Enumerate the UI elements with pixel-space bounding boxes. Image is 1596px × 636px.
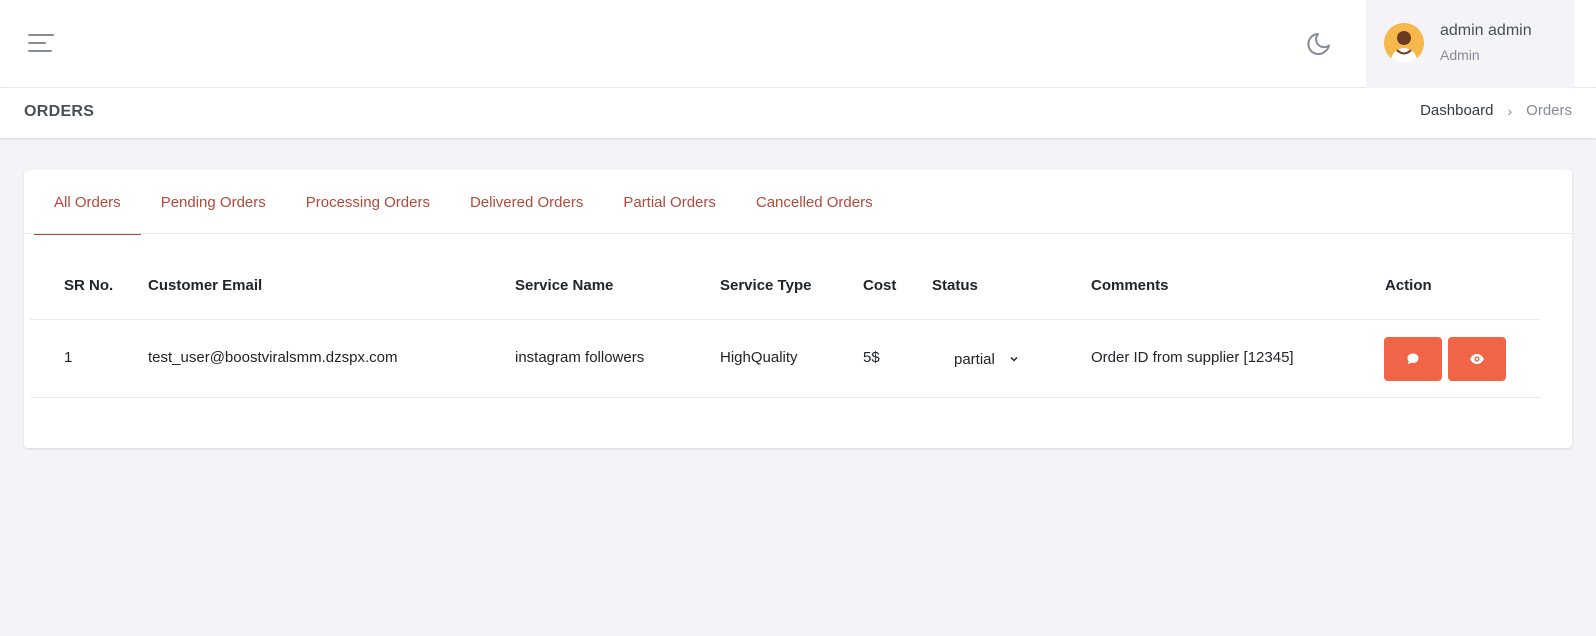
user-dropdown[interactable]: admin admin Admin <box>1366 0 1574 88</box>
breadcrumb-dashboard[interactable]: Dashboard <box>1420 102 1493 119</box>
status-select[interactable]: partial <box>944 342 1044 376</box>
table-row-divider <box>30 397 1540 398</box>
breadcrumb: Dashboard › Orders <box>1420 102 1572 119</box>
column-header-comments: Comments <box>1091 277 1169 294</box>
breadcrumb-separator: › <box>1507 102 1513 119</box>
hamburger-icon[interactable] <box>28 32 56 56</box>
cell-service-type: HighQuality <box>720 349 798 366</box>
eye-icon <box>1470 354 1484 364</box>
column-header-email: Customer Email <box>148 277 263 294</box>
tab-delivered-orders[interactable]: Delivered Orders <box>450 170 603 234</box>
column-header-service-type: Service Type <box>720 277 812 294</box>
column-header-status: Status <box>932 277 978 294</box>
column-header-cost: Cost <box>863 277 897 294</box>
tab-processing-orders[interactable]: Processing Orders <box>286 170 450 234</box>
user-name: admin admin <box>1440 22 1532 39</box>
tab-cancelled-orders[interactable]: Cancelled Orders <box>736 170 893 234</box>
avatar <box>1384 23 1424 63</box>
column-header-action: Action <box>1385 277 1432 294</box>
cell-cost: 5$ <box>863 349 880 366</box>
cell-email: test_user@boostviralsmm.dzspx.com <box>148 349 398 366</box>
table-header-divider <box>30 319 1540 320</box>
cell-comments: Order ID from supplier [12345] <box>1091 349 1294 366</box>
cell-service-name: instagram followers <box>515 349 645 366</box>
tab-all-orders[interactable]: All Orders <box>34 170 141 235</box>
status-select-value: partial <box>954 350 995 368</box>
moon-icon[interactable] <box>1304 28 1336 60</box>
breadcrumb-current: Orders <box>1526 102 1572 119</box>
tab-pending-orders[interactable]: Pending Orders <box>141 170 286 234</box>
view-button[interactable] <box>1448 337 1506 381</box>
page-title-bar: ORDERS Dashboard › Orders <box>0 88 1596 138</box>
comment-button[interactable] <box>1384 337 1442 381</box>
page-title: ORDERS <box>24 103 95 120</box>
order-tabs: All Orders Pending Orders Processing Ord… <box>24 170 1572 235</box>
user-role: Admin <box>1440 47 1480 63</box>
tab-partial-orders[interactable]: Partial Orders <box>603 170 736 234</box>
column-header-service-name: Service Name <box>515 277 614 294</box>
comment-icon <box>1407 353 1419 365</box>
orders-card: All Orders Pending Orders Processing Ord… <box>24 170 1572 448</box>
chevron-down-icon <box>1010 356 1018 362</box>
top-header: admin admin Admin <box>0 0 1596 88</box>
cell-sr: 1 <box>64 349 73 366</box>
column-header-sr: SR No. <box>64 277 114 294</box>
